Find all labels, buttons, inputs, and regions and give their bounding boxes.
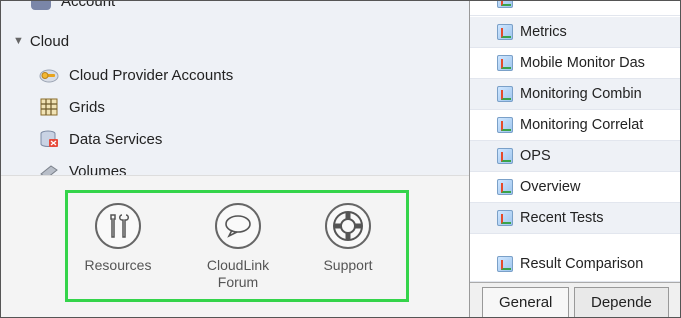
dashboard-icon [497,1,513,8]
list-item-label: Overview [520,179,581,195]
resources-label: Resources [84,257,152,273]
tree-item-label: Cloud Provider Accounts [69,66,234,84]
tab-dependencies[interactable]: Depende [574,287,669,317]
list-item-label: Result Comparison [520,256,644,272]
list-item[interactable] [470,1,680,16]
resources-button[interactable]: Resources [68,203,168,274]
left-panel: Account ▼ Cloud Cloud Provider Accounts … [1,1,470,317]
tree-group-cloud[interactable]: ▼ Cloud [13,25,69,57]
list-item[interactable]: OPS [470,141,680,172]
tree-item-label: Volumes [69,162,127,176]
tools-icon [95,203,141,249]
list-item[interactable]: Overview [470,172,680,203]
cloudlink-forum-label: CloudLink Forum [206,257,270,290]
tree-item-data-services[interactable]: Data Services [39,123,162,155]
tab-label: General [499,294,553,311]
grid-icon [39,98,59,116]
list-item[interactable]: Monitoring Correlat [470,110,680,141]
navigation-tree: Account ▼ Cloud Cloud Provider Accounts … [1,1,469,175]
tree-item-label: Data Services [69,130,163,148]
right-panel: Metrics Mobile Monitor Das Monitoring Co… [470,1,680,317]
dashboard-icon [497,210,513,226]
list-item-label: OPS [520,148,551,164]
dashboard-icon [497,24,513,40]
list-item[interactable]: Metrics [470,17,680,48]
help-links-box: Resources CloudLink Forum Support [65,190,409,302]
speech-bubble-icon [215,203,261,249]
tree-item-label: Account [61,1,116,10]
database-icon [39,130,59,148]
dashboard-icon [497,179,513,195]
dashboard-icon [497,256,513,272]
lifebuoy-icon [325,203,371,249]
tree-item-cloud-provider-accounts[interactable]: Cloud Provider Accounts [39,59,233,91]
tree-item-grids[interactable]: Grids [39,91,105,123]
list-item-label: Metrics [520,24,567,40]
tree-group-label: Cloud [29,32,70,50]
dashboard-icon [497,117,513,133]
tree-item-volumes[interactable]: Volumes [39,155,127,175]
app-window: Account ▼ Cloud Cloud Provider Accounts … [0,0,681,318]
left-footer: Resources CloudLink Forum Support [1,175,469,317]
tab-general[interactable]: General [482,287,570,317]
list-item-label: Monitoring Correlat [520,117,644,133]
tree-item-label: Grids [69,98,105,116]
dashboard-icon [497,86,513,102]
list-item-label: Mobile Monitor Das [520,55,645,71]
list-item-label: Monitoring Combin [520,86,642,102]
cloudlink-forum-button[interactable]: CloudLink Forum [188,203,288,291]
tab-label: Depende [591,294,652,311]
disclosure-triangle-icon[interactable]: ▼ [13,35,24,47]
cloud-key-icon [39,66,59,84]
tree-item-account[interactable]: Account [31,1,115,17]
tab-bar: General Depende [470,282,680,317]
account-icon [31,1,51,10]
list-item[interactable]: Monitoring Combin [470,79,680,110]
list-item[interactable]: Mobile Monitor Das [470,48,680,79]
dashboard-icon [497,148,513,164]
dashboard-icon [497,55,513,71]
support-button[interactable]: Support [298,203,398,274]
list-item[interactable]: Result Comparison [470,234,680,282]
list-item-label: Recent Tests [520,210,604,226]
support-label: Support [323,257,373,273]
volume-icon [39,162,59,175]
list-item[interactable]: Recent Tests [470,203,680,234]
